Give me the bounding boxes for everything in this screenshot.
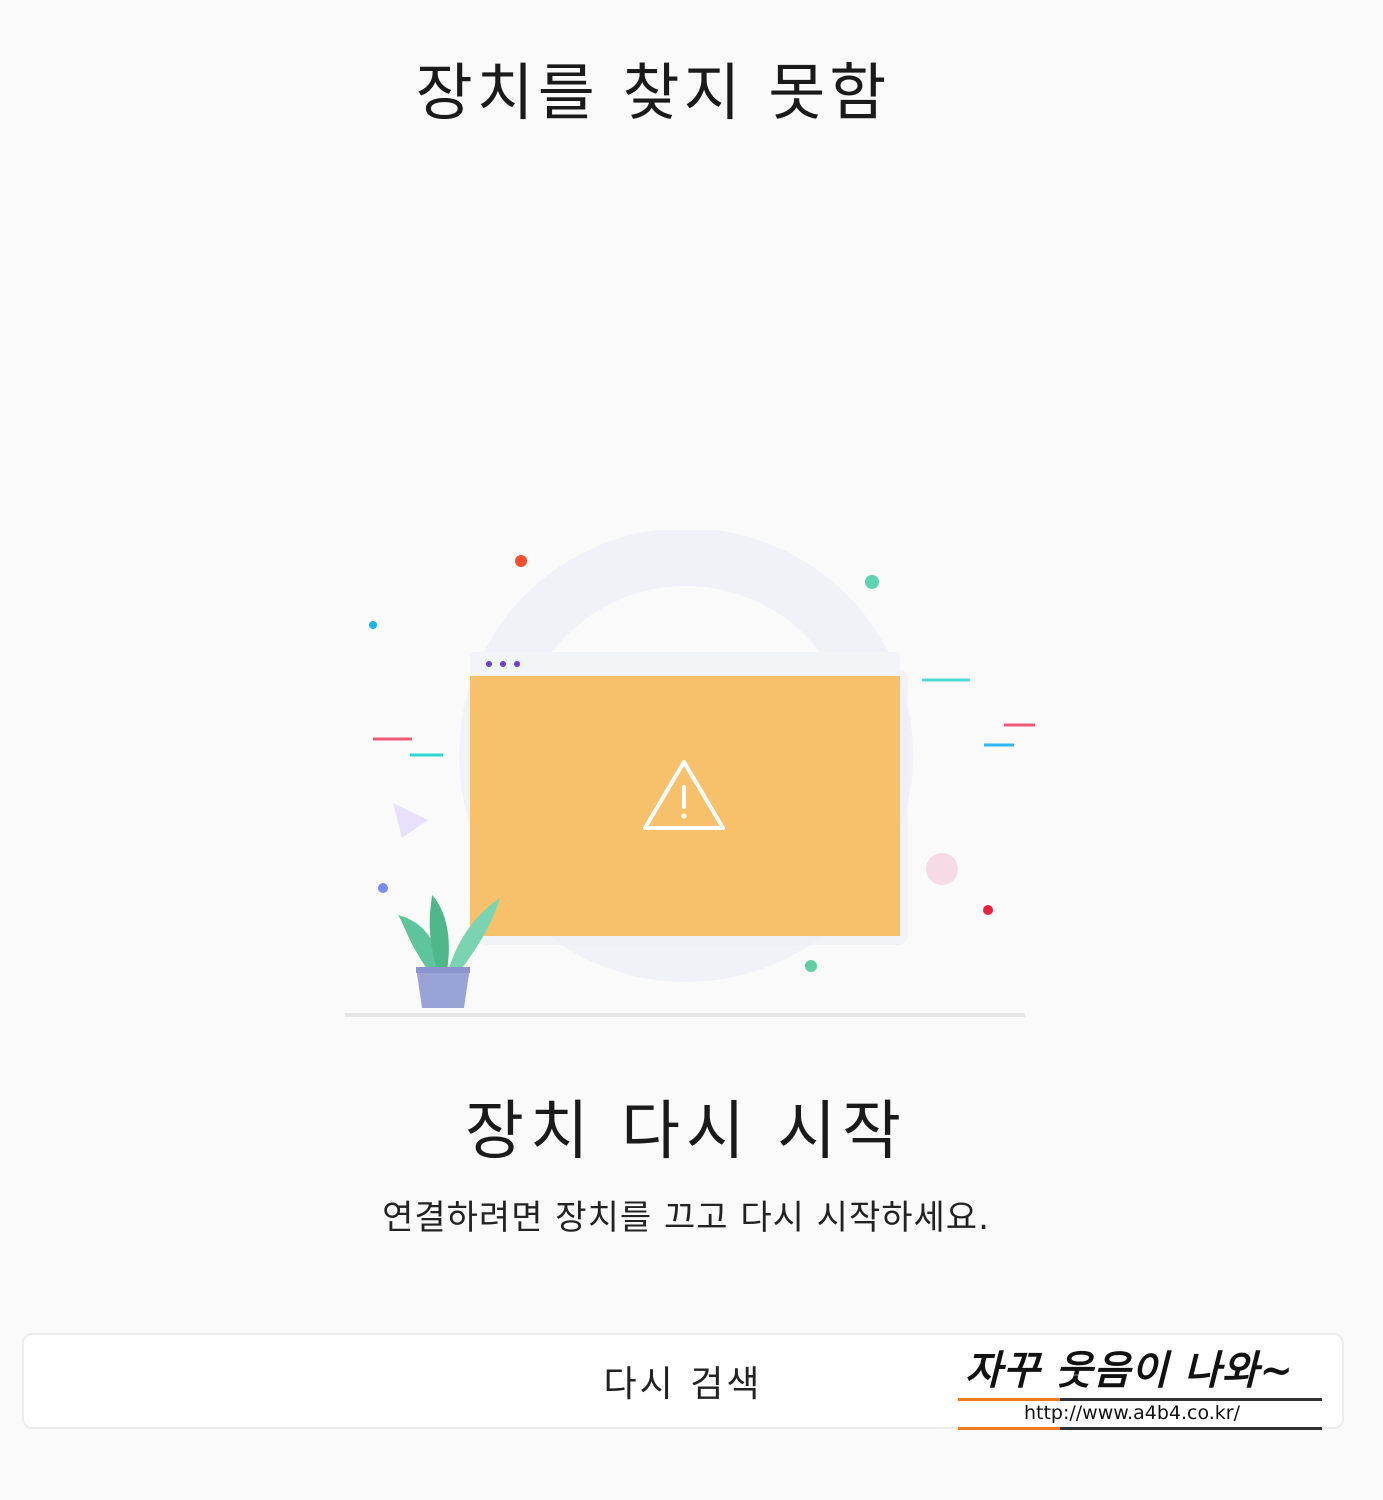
device-not-found-illustration bbox=[345, 530, 1035, 1017]
restart-instructions: 연결하려면 장치를 끄고 다시 시작하세요. bbox=[382, 1198, 990, 1238]
confetti-dot bbox=[805, 960, 817, 972]
confetti-dot bbox=[378, 883, 388, 893]
window-titlebar bbox=[470, 652, 900, 678]
window-dot bbox=[486, 661, 492, 667]
confetti-triangle bbox=[393, 803, 428, 838]
confetti-dot bbox=[515, 555, 527, 567]
watermark: 자꾸 웃음이 나와~ http://www.a4b4.co.kr/ bbox=[955, 1338, 1327, 1438]
watermark-divider bbox=[958, 1398, 1322, 1401]
page-title: 장치를 찾지 못함 bbox=[415, 56, 891, 129]
confetti-dot bbox=[926, 853, 958, 885]
restart-heading: 장치 다시 시작 bbox=[465, 1095, 907, 1169]
watermark-divider bbox=[958, 1427, 1322, 1430]
potted-plant-icon bbox=[398, 895, 500, 1008]
window-dot bbox=[500, 661, 506, 667]
confetti-dot bbox=[369, 621, 377, 629]
watermark-url: http://www.a4b4.co.kr/ bbox=[1023, 1402, 1241, 1424]
confetti-dot bbox=[865, 575, 879, 589]
confetti-dot bbox=[983, 905, 993, 915]
window-dot bbox=[514, 661, 520, 667]
watermark-text: 자꾸 웃음이 나와~ bbox=[965, 1347, 1294, 1394]
